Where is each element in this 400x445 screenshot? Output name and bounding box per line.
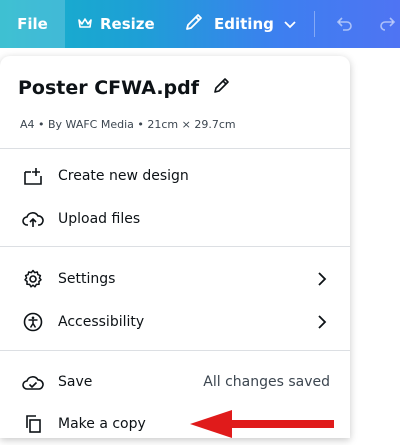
editing-label: Editing	[214, 15, 274, 33]
crown-icon	[78, 15, 92, 33]
menu-item-save[interactable]: Save All changes saved	[0, 361, 350, 403]
menu-item-settings[interactable]: Settings	[0, 258, 350, 300]
pencil-icon	[184, 12, 204, 36]
upload-cloud-icon	[22, 208, 44, 230]
chevron-right-icon	[316, 271, 328, 287]
resize-label: Resize	[100, 15, 155, 33]
cloud-check-icon	[22, 371, 44, 393]
rename-pencil-icon[interactable]	[213, 76, 231, 99]
menu-item-accessibility[interactable]: Accessibility	[0, 301, 350, 343]
top-toolbar: File Resize Editing	[0, 0, 400, 48]
divider	[0, 148, 350, 149]
toolbar-divider	[314, 11, 315, 37]
resize-button[interactable]: Resize	[78, 0, 155, 48]
editing-mode-button[interactable]: Editing	[184, 0, 296, 48]
menu-item-upload-files[interactable]: Upload files	[0, 198, 350, 240]
menu-item-label: Settings	[58, 271, 116, 287]
menu-item-create-new-design[interactable]: Create new design	[0, 155, 350, 197]
redo-icon	[378, 17, 398, 37]
red-arrow-annotation	[190, 410, 334, 438]
copy-icon	[22, 413, 44, 435]
menu-item-label: Create new design	[58, 168, 189, 184]
menu-item-label: Save	[58, 374, 93, 390]
file-menu-button[interactable]: File	[0, 0, 65, 48]
chevron-down-icon	[284, 15, 296, 33]
undo-icon	[334, 17, 354, 37]
create-new-design-icon	[22, 165, 44, 187]
redo-button[interactable]	[378, 13, 398, 37]
undo-button[interactable]	[334, 13, 354, 37]
save-status: All changes saved	[203, 374, 330, 390]
chevron-right-icon	[316, 314, 328, 330]
menu-item-label: Upload files	[58, 211, 141, 227]
menu-item-label: Make a copy	[58, 416, 146, 432]
file-menu-label: File	[17, 15, 48, 33]
document-title[interactable]: Poster CFWA.pdf	[18, 76, 231, 99]
document-title-text: Poster CFWA.pdf	[18, 76, 200, 99]
gear-icon	[22, 268, 44, 290]
accessibility-icon	[22, 311, 44, 333]
document-meta: A4 • By WAFC Media • 21cm × 29.7cm	[20, 118, 236, 131]
file-menu-panel: Poster CFWA.pdf A4 • By WAFC Media • 21c…	[0, 56, 350, 438]
divider	[0, 246, 350, 247]
divider	[0, 350, 350, 351]
menu-item-label: Accessibility	[58, 314, 145, 330]
